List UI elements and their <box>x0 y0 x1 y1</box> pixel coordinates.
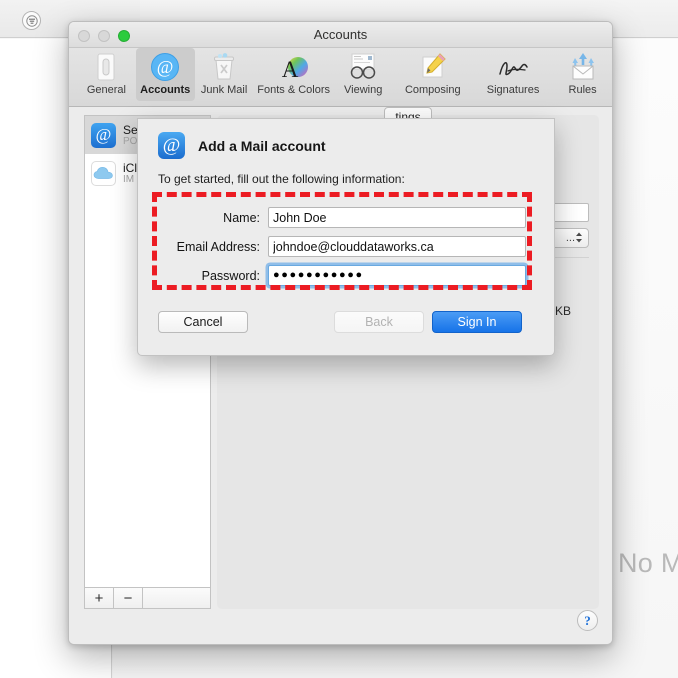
sign-in-button[interactable]: Sign In <box>432 311 522 333</box>
name-label: Name: <box>223 210 260 225</box>
toolbar-item-junk-mail[interactable]: Junk Mail <box>195 48 254 101</box>
email-label: Email Address: <box>176 239 260 254</box>
account-name: Se <box>123 123 138 137</box>
sheet-button-row: Cancel Back Sign In <box>138 311 554 333</box>
rules-envelope-icon <box>553 51 612 83</box>
account-name: iCl <box>123 161 137 175</box>
toolbar-label: Accounts <box>140 84 191 96</box>
sheet-title: Add a Mail account <box>198 137 326 154</box>
account-type: IM <box>123 174 135 185</box>
icloud-cloud-icon <box>91 160 116 186</box>
footer-filler <box>143 588 210 608</box>
form-row-name: Name: <box>158 203 538 232</box>
no-mail-placeholder: No M <box>618 548 678 578</box>
screen: No M Accounts General @ Accounts Junk Ma… <box>0 0 678 678</box>
toolbar-label: Viewing <box>344 84 383 96</box>
junk-mail-trash-icon <box>195 51 254 83</box>
account-type: PO <box>123 136 138 147</box>
toolbar-item-accounts[interactable]: @ Accounts <box>135 48 195 101</box>
account-text: Se PO <box>123 123 138 147</box>
window-titlebar[interactable]: Accounts <box>69 22 612 48</box>
account-form: Name: Email Address: Password: ●●●●●●●●●… <box>158 203 538 290</box>
password-dots: ●●●●●●●●●●● <box>273 269 364 281</box>
accounts-list-footer: + − <box>84 588 211 609</box>
toolbar-item-fonts-colors[interactable]: A Fonts & Colors <box>253 48 333 101</box>
signatures-icon <box>473 51 553 83</box>
remove-account-button[interactable]: − <box>114 588 143 608</box>
cancel-button[interactable]: Cancel <box>158 311 248 333</box>
filter-sort-icon[interactable] <box>22 11 41 30</box>
preferences-toolbar: General @ Accounts Junk Mail A Fonts & C… <box>69 48 612 107</box>
toolbar-label: Junk Mail <box>200 84 248 96</box>
fonts-colors-icon: A <box>253 51 333 83</box>
svg-text:A: A <box>281 57 298 82</box>
back-button[interactable]: Back <box>334 311 424 333</box>
toolbar-label: Composing <box>404 84 461 96</box>
password-field[interactable]: ●●●●●●●●●●● <box>268 265 526 286</box>
email-field[interactable] <box>268 236 526 257</box>
window-title: Accounts <box>313 27 368 42</box>
name-field[interactable] <box>268 207 526 228</box>
sheet-subtitle: To get started, fill out the following i… <box>158 172 405 186</box>
accounts-at-icon: @ <box>136 51 195 83</box>
mail-account-at-icon: @ <box>158 132 185 159</box>
password-label: Password: <box>201 268 260 283</box>
toolbar-item-viewing[interactable]: Viewing <box>334 48 393 101</box>
svg-text:@: @ <box>157 57 174 77</box>
help-button[interactable]: ? <box>577 610 598 631</box>
viewing-glasses-icon <box>334 51 393 83</box>
add-account-button[interactable]: + <box>85 588 114 608</box>
toolbar-item-signatures[interactable]: Signatures <box>473 48 553 101</box>
at-account-icon: @ <box>91 122 116 148</box>
toolbar-label: Fonts & Colors <box>257 84 330 96</box>
toolbar-label: Signatures <box>486 84 540 96</box>
chevron-updown-icon <box>575 231 586 245</box>
size-unit-label: KB <box>555 304 572 318</box>
form-row-password: Password: ●●●●●●●●●●● <box>158 261 538 290</box>
toolbar-label: General <box>86 84 126 96</box>
popup-value: ... <box>565 232 575 244</box>
add-mail-account-sheet: @ Add a Mail account To get started, fil… <box>137 118 555 356</box>
toolbar-item-rules[interactable]: Rules <box>553 48 612 101</box>
toolbar-label: Rules <box>568 84 597 96</box>
toolbar-item-general[interactable]: General <box>77 48 136 101</box>
composing-pencil-icon <box>393 51 473 83</box>
general-icon <box>77 51 136 83</box>
toolbar-item-composing[interactable]: Composing <box>393 48 473 101</box>
form-row-email: Email Address: <box>158 232 538 261</box>
account-text: iCl IM <box>123 161 137 185</box>
sheet-header: @ Add a Mail account <box>138 119 554 159</box>
